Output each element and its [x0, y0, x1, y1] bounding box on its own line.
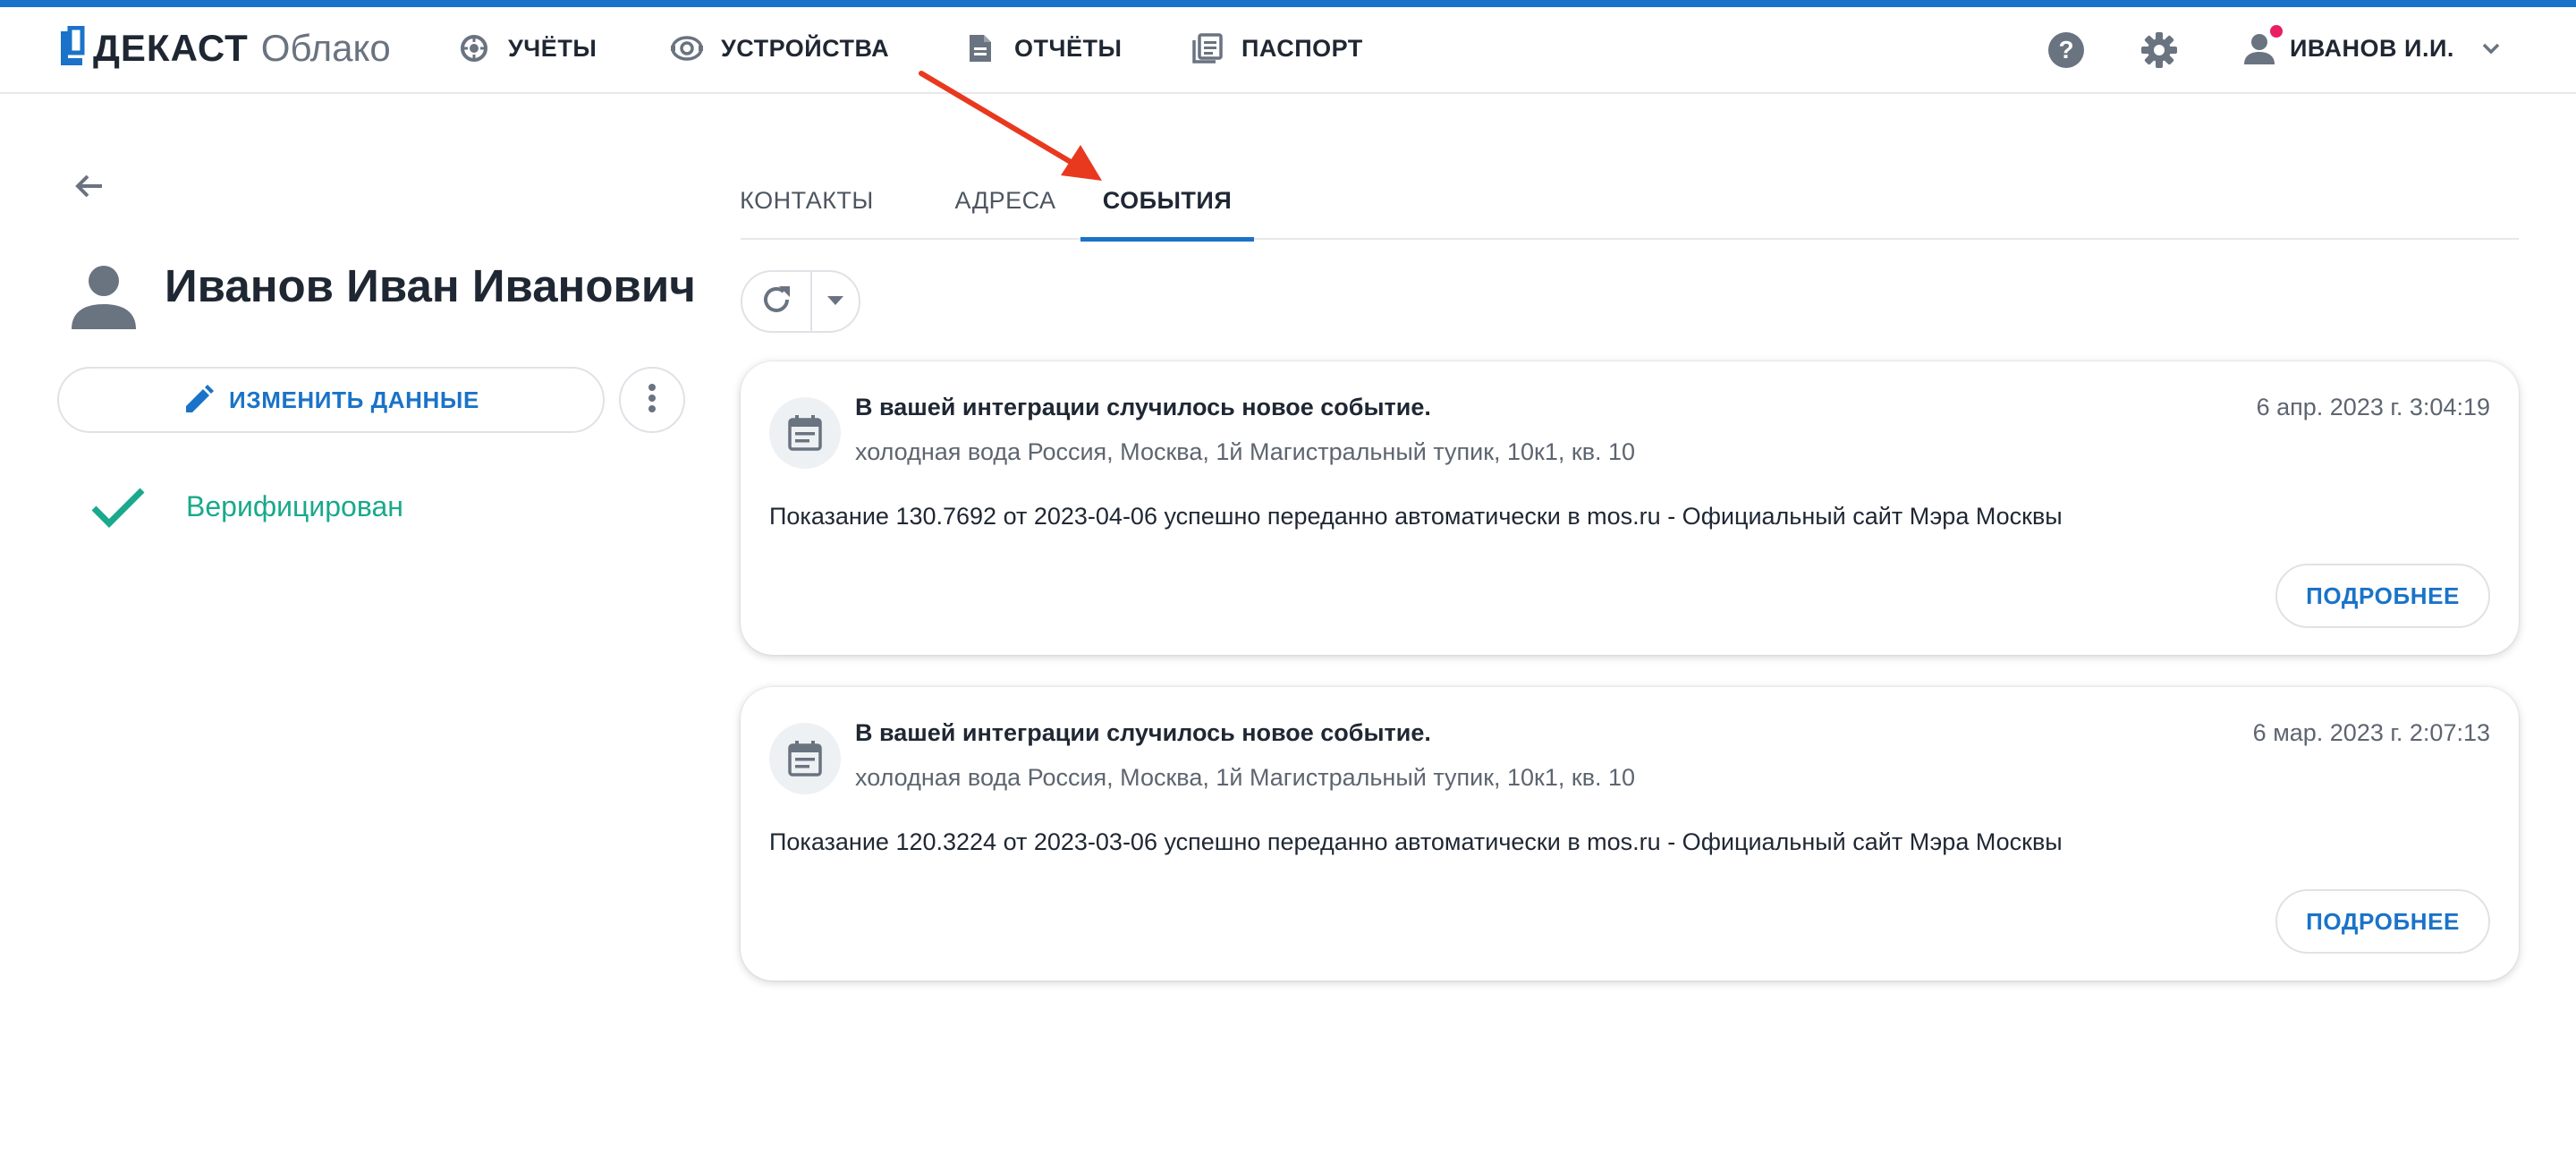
nav-item-otchety[interactable]: ОТЧЁТЫ [964, 25, 1122, 72]
nav-label: УЧЁТЫ [508, 34, 597, 62]
user-icon [2241, 25, 2283, 66]
event-date: 6 апр. 2023 г. 3:04:19 [2256, 394, 2490, 420]
tab-addresses[interactable]: АДРЕСА [948, 161, 1063, 240]
tab-bar: КОНТАКТЫ АДРЕСА СОБЫТИЯ [740, 161, 2519, 242]
event-date: 6 мар. 2023 г. 2:07:13 [2252, 719, 2490, 746]
gear-icon[interactable] [2140, 30, 2179, 70]
caret-down-icon [827, 293, 843, 310]
top-accent-line [0, 0, 2576, 7]
event-title: В вашей интеграции случилось новое событ… [855, 394, 1431, 420]
event-body: Показание 130.7692 от 2023-04-06 успешно… [769, 503, 2063, 530]
meter-icon [458, 32, 490, 64]
back-arrow-icon[interactable] [70, 166, 109, 206]
app-logo[interactable]: ДЕКАСТ Облако [59, 25, 391, 72]
refresh-button[interactable] [742, 272, 812, 331]
event-body: Показание 120.3224 от 2023-03-06 успешно… [769, 828, 2063, 855]
nav-item-pasport[interactable]: ПАСПОРТ [1191, 25, 1363, 72]
nav-label: ОТЧЁТЫ [1014, 34, 1123, 62]
edit-data-button[interactable]: ИЗМЕНИТЬ ДАННЫЕ [57, 367, 605, 433]
calendar-icon [769, 397, 841, 469]
document-icon [964, 32, 996, 64]
edit-data-label: ИЗМЕНИТЬ ДАННЫЕ [229, 386, 479, 413]
profile-avatar-icon [68, 259, 140, 331]
logo-product: Облако [260, 27, 391, 69]
logo-brand: ДЕКАСТ [93, 27, 249, 69]
tab-label: АДРЕСА [954, 186, 1056, 214]
device-icon [671, 32, 703, 64]
nav-item-uchety[interactable]: УЧЁТЫ [458, 25, 597, 72]
notification-dot [2270, 25, 2283, 38]
tab-contacts[interactable]: КОНТАКТЫ [740, 161, 874, 240]
refresh-split-button [741, 270, 860, 333]
app-header: ДЕКАСТ Облако УЧЁТЫ УСТРОЙСТВА ОТЧЁТЫ ПА… [0, 7, 2576, 94]
more-vert-icon [648, 383, 657, 418]
event-card: В вашей интеграции случилось новое событ… [741, 361, 2519, 655]
passport-icon [1191, 32, 1224, 64]
user-menu[interactable]: ИВАНОВ И.И. [2241, 25, 2504, 72]
event-title: В вашей интеграции случилось новое событ… [855, 719, 1431, 746]
pencil-icon [182, 384, 215, 416]
event-subtitle: холодная вода Россия, Москва, 1й Магистр… [855, 764, 1636, 791]
verified-status: Верифицирован [186, 490, 403, 522]
nav-label: ПАСПОРТ [1241, 34, 1363, 62]
refresh-dropdown[interactable] [812, 272, 859, 331]
details-button[interactable]: ПОДРОБНЕЕ [2275, 889, 2490, 954]
logo-icon [59, 25, 86, 71]
nav-item-ustroistva[interactable]: УСТРОЙСТВА [671, 25, 889, 72]
chevron-down-icon [2478, 35, 2504, 62]
nav-label: УСТРОЙСТВА [721, 34, 890, 62]
refresh-icon [759, 283, 793, 321]
details-button[interactable]: ПОДРОБНЕЕ [2275, 564, 2490, 628]
calendar-icon [769, 723, 841, 794]
tab-events[interactable]: СОБЫТИЯ [1080, 161, 1254, 242]
event-subtitle: холодная вода Россия, Москва, 1й Магистр… [855, 438, 1636, 465]
tab-label: СОБЫТИЯ [1102, 186, 1233, 214]
svg-text:?: ? [2058, 36, 2073, 64]
user-name: ИВАНОВ И.И. [2290, 34, 2454, 62]
help-icon[interactable]: ? [2046, 30, 2086, 70]
more-options-button[interactable] [619, 367, 685, 433]
profile-name: Иванов Иван Иванович [165, 260, 696, 311]
tab-label: КОНТАКТЫ [740, 186, 874, 214]
check-icon [89, 483, 147, 531]
event-card: В вашей интеграции случилось новое событ… [741, 687, 2519, 980]
